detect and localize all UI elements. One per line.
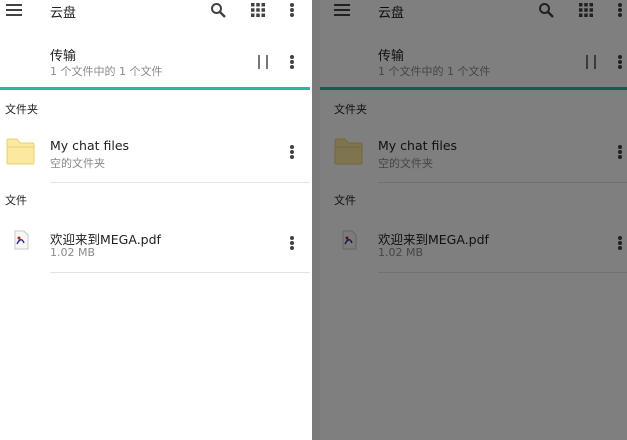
search-icon[interactable] [210, 2, 226, 18]
more-vert-icon[interactable] [618, 145, 622, 159]
pane-gutter [312, 0, 320, 440]
file-size: 1.02 MB [50, 246, 96, 259]
folder-detail: 空的文件夹 [50, 157, 105, 170]
search-icon[interactable] [538, 2, 554, 18]
more-vert-icon[interactable] [290, 3, 294, 17]
cloud-drive-pane-dimmed: 云盘 传输 1 个文件中的 1 个文件 文件夹 My chat files 空的… [320, 0, 627, 440]
more-vert-icon[interactable] [618, 3, 622, 17]
app-toolbar: 云盘 [320, 0, 627, 22]
transfer-progress-fill [0, 87, 310, 90]
divider [378, 182, 627, 183]
more-vert-icon[interactable] [290, 145, 294, 159]
file-size: 1.02 MB [378, 246, 424, 259]
more-vert-icon[interactable] [618, 236, 622, 250]
transfer-progress-bar [320, 87, 627, 90]
pdf-icon [14, 230, 29, 250]
divider [50, 272, 310, 273]
pause-icon[interactable] [585, 55, 597, 69]
transfer-subtitle: 1 个文件中的 1 个文件 [50, 65, 163, 78]
cloud-drive-pane: 云盘 传输 1 个文件中的 1 个文件 文件夹 My chat files 空的… [0, 0, 312, 440]
transfer-title: 传输 [378, 49, 405, 64]
divider [50, 182, 310, 183]
section-header-folders: 文件夹 [5, 103, 38, 116]
grid-icon[interactable] [251, 3, 265, 17]
menu-icon[interactable] [334, 4, 350, 16]
folder-icon [334, 138, 363, 165]
more-vert-icon[interactable] [618, 55, 622, 69]
transfer-progress-fill [320, 87, 627, 90]
page-title: 云盘 [50, 6, 77, 21]
menu-icon[interactable] [6, 4, 22, 16]
grid-icon[interactable] [579, 3, 593, 17]
folder-name: My chat files [50, 138, 130, 153]
folder-detail: 空的文件夹 [378, 157, 433, 170]
more-vert-icon[interactable] [290, 55, 294, 69]
section-header-files: 文件 [334, 194, 356, 207]
transfer-subtitle: 1 个文件中的 1 个文件 [378, 65, 491, 78]
page-title: 云盘 [378, 6, 405, 21]
app-toolbar: 云盘 [0, 0, 312, 22]
divider [378, 272, 627, 273]
pdf-icon [342, 230, 357, 250]
transfer-progress-bar [0, 87, 310, 90]
pause-icon[interactable] [257, 55, 269, 69]
section-header-files: 文件 [5, 194, 27, 207]
section-header-folders: 文件夹 [334, 103, 367, 116]
folder-name: My chat files [378, 138, 458, 153]
more-vert-icon[interactable] [290, 236, 294, 250]
transfer-title: 传输 [50, 49, 77, 64]
folder-icon [6, 138, 35, 165]
